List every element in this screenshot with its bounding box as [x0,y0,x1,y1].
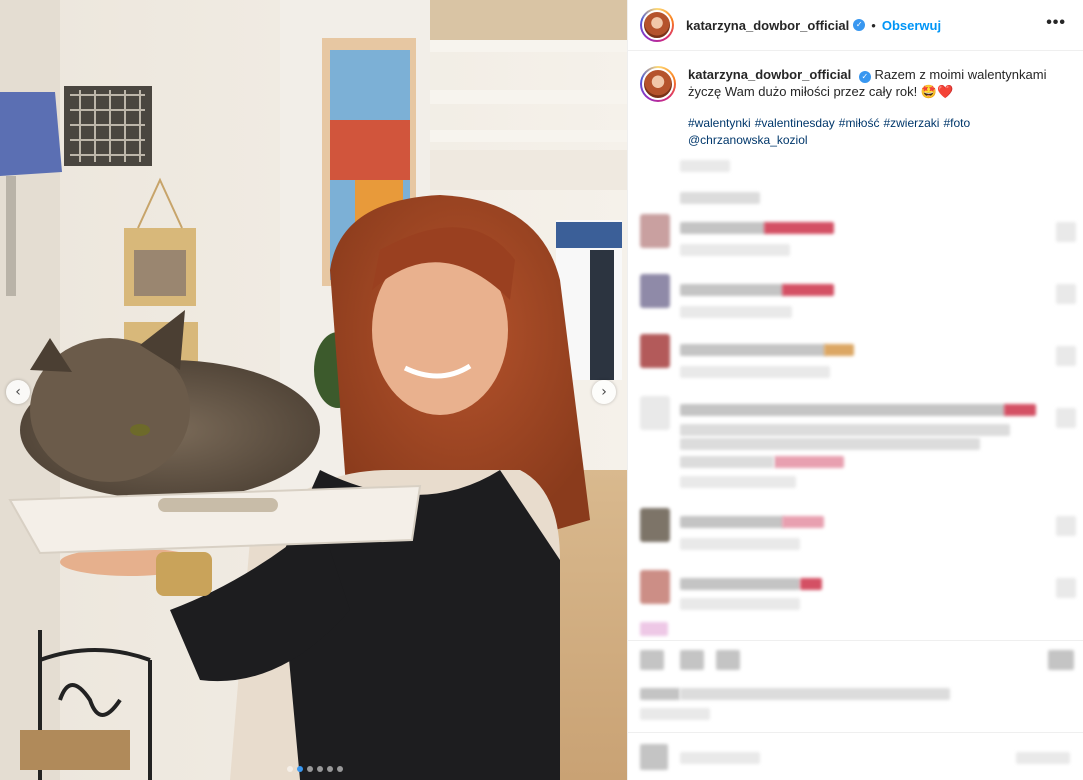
comment-text-blur [680,284,784,296]
save-icon[interactable] [1048,650,1074,670]
comment-input-placeholder-blur[interactable] [680,752,760,764]
comment-like-icon[interactable] [1056,578,1076,598]
comment-text-blur [680,438,980,450]
hashtag-link[interactable]: #valentinesday [755,116,835,130]
hashtag-link[interactable]: #miłość [839,116,880,130]
comment-emoji-blur [824,344,854,356]
comment-meta-blur [680,538,800,550]
commenter-avatar[interactable] [640,334,670,368]
comment-meta-blur [680,244,790,256]
comment-text-blur [680,404,1006,416]
header-separator: • [871,17,876,33]
comment-text-blur [680,344,826,356]
more-options-icon[interactable]: ••• [1046,14,1066,32]
carousel-prev-button[interactable]: ‹ [6,380,30,404]
follow-button[interactable]: Obserwuj [882,18,941,33]
carousel-dot[interactable] [287,766,293,772]
post-date-blur [640,708,710,720]
comment-emoji-blur [774,456,844,468]
comment-emoji-blur [764,222,834,234]
hashtag-link[interactable]: #foto [943,116,970,130]
comment-like-icon[interactable] [1056,516,1076,536]
hashtag-link[interactable]: #zwierzaki [883,116,939,130]
commenter-avatar[interactable] [640,508,670,542]
author-avatar[interactable] [640,8,674,42]
comment-text-blur [680,578,800,590]
comment-meta-blur [680,366,830,378]
caption-hashtags: #walentynki #valentinesday #miłość #zwierza… [688,115,1064,149]
comment-meta-blur [680,476,796,488]
post-photo[interactable]: ‹ › [0,0,627,780]
caption-verified-icon: ✓ [858,71,871,83]
commenter-avatar[interactable] [640,214,670,248]
blurred-text [640,622,668,636]
commenter-avatar[interactable] [640,396,670,430]
caption-username[interactable]: katarzyna_dowbor_official [688,67,851,82]
mention-link[interactable]: @chrzanowska_koziol [688,132,1060,149]
carousel-dot[interactable] [307,766,313,772]
comment-emoji-blur [800,578,822,590]
likes-text-blur [680,688,950,700]
comment-text-blur [680,516,784,528]
comment-like-icon[interactable] [1056,346,1076,366]
caption-timestamp-blur [680,160,730,172]
comment-text-blur [680,456,774,468]
commenter-avatar[interactable] [640,570,670,604]
comment-emoji-blur [1004,404,1036,416]
carousel-dot[interactable] [337,766,343,772]
verified-badge-icon: ✓ [853,19,866,31]
share-icon[interactable] [716,650,740,670]
photo-scene [0,0,627,780]
caption-author-avatar[interactable] [640,66,676,102]
comment-like-icon[interactable] [1056,408,1076,428]
commenter-avatar[interactable] [640,274,670,308]
carousel-dot-active[interactable] [297,766,303,772]
comment-meta-blur [680,598,800,610]
comment-text-blur [680,222,766,234]
carousel-next-button[interactable]: › [592,380,616,404]
comment-emoji-blur [782,284,834,296]
likers-avatars-blur [640,688,680,700]
post-side-panel: katarzyna_dowbor_official ✓ • Obserwuj •… [627,0,1083,780]
carousel-dot[interactable] [327,766,333,772]
comment-emoji-blur [782,516,824,528]
blurred-text [680,192,760,204]
comment-like-icon[interactable] [1056,222,1076,242]
like-icon[interactable] [640,650,664,670]
author-username[interactable]: katarzyna_dowbor_official [686,18,849,33]
carousel-dots [287,766,343,772]
hashtag-link[interactable]: #walentynki [688,116,751,130]
comment-text-blur [680,424,1010,436]
post-header: katarzyna_dowbor_official ✓ • Obserwuj •… [628,0,1083,51]
comment-like-icon[interactable] [1056,284,1076,304]
comment-meta-blur [680,306,792,318]
comment-icon[interactable] [680,650,704,670]
carousel-dot[interactable] [317,766,323,772]
post-comment-button[interactable] [1016,752,1070,764]
emoji-icon[interactable] [640,744,668,770]
post-caption: katarzyna_dowbor_official ✓ Razem z moim… [640,66,1070,149]
caption-text-block: katarzyna_dowbor_official ✓ Razem z moim… [688,66,1064,149]
